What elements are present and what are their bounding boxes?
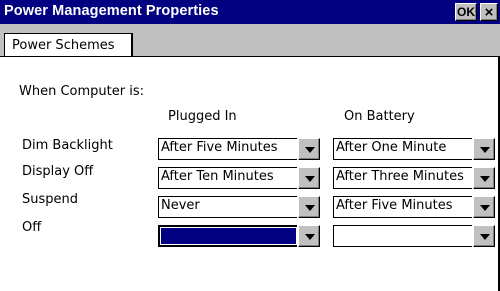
- when-computer-is-label: When Computer is:: [19, 84, 144, 99]
- chevron-down-icon: [305, 147, 315, 153]
- title-bar: Power Management Properties OK ×: [0, 0, 500, 24]
- dim-backlight-battery-dropdown-button[interactable]: [473, 138, 495, 160]
- suspend-battery-dropdown[interactable]: After Five Minutes: [333, 196, 495, 218]
- on-battery-header: On Battery: [344, 109, 415, 124]
- off-battery-dropdown-button[interactable]: [473, 225, 495, 247]
- chevron-down-icon: [305, 205, 315, 211]
- dim-backlight-plugged-dropdown-button[interactable]: [298, 138, 320, 160]
- dim-backlight-battery-value: After One Minute: [336, 140, 447, 155]
- suspend-plugged-value: Never: [161, 198, 200, 213]
- display-off-plugged-dropdown-button[interactable]: [298, 167, 320, 189]
- dim-backlight-battery-dropdown[interactable]: After One Minute: [333, 138, 495, 160]
- suspend-label: Suspend: [22, 192, 79, 207]
- dim-backlight-plugged-dropdown[interactable]: After Five Minutes: [158, 138, 320, 160]
- suspend-plugged-dropdown[interactable]: Never: [158, 196, 320, 218]
- display-off-battery-value: After Three Minutes: [336, 169, 464, 184]
- chevron-down-icon: [480, 205, 490, 211]
- off-plugged-dropdown-button[interactable]: [298, 225, 320, 247]
- display-off-battery-dropdown-button[interactable]: [473, 167, 495, 189]
- power-schemes-panel: When Computer is: Plugged In On Battery …: [0, 56, 500, 291]
- dim-backlight-label: Dim Backlight: [22, 138, 113, 153]
- chevron-down-icon: [305, 176, 315, 182]
- dim-backlight-plugged-value: After Five Minutes: [161, 140, 278, 155]
- chevron-down-icon: [480, 234, 490, 240]
- off-label: Off: [22, 220, 42, 235]
- suspend-battery-value: After Five Minutes: [336, 198, 453, 213]
- selection-highlight: [161, 228, 296, 244]
- display-off-label: Display Off: [22, 164, 94, 179]
- off-plugged-dropdown[interactable]: [158, 225, 320, 247]
- chevron-down-icon: [480, 147, 490, 153]
- off-battery-dropdown[interactable]: [333, 225, 495, 247]
- tab-power-schemes[interactable]: Power Schemes: [4, 33, 133, 57]
- suspend-battery-dropdown-button[interactable]: [473, 196, 495, 218]
- display-off-battery-dropdown[interactable]: After Three Minutes: [333, 167, 495, 189]
- ok-button[interactable]: OK: [455, 3, 477, 21]
- power-management-window: Power Management Properties OK × Power S…: [0, 0, 500, 291]
- chevron-down-icon: [480, 176, 490, 182]
- window-title: Power Management Properties: [4, 3, 219, 19]
- plugged-in-header: Plugged In: [168, 109, 237, 124]
- suspend-plugged-dropdown-button[interactable]: [298, 196, 320, 218]
- chevron-down-icon: [305, 234, 315, 240]
- close-button[interactable]: ×: [480, 3, 498, 21]
- display-off-plugged-dropdown[interactable]: After Ten Minutes: [158, 167, 320, 189]
- display-off-plugged-value: After Ten Minutes: [161, 169, 274, 184]
